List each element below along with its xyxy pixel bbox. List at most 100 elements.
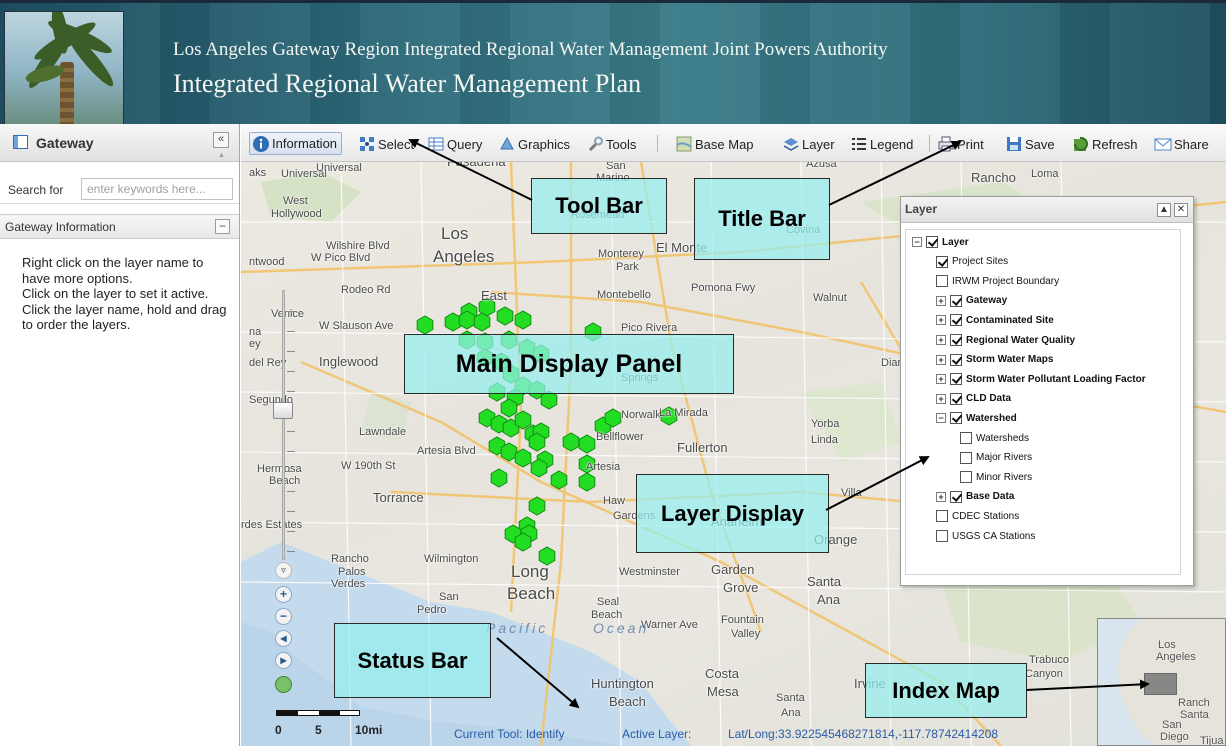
project-site-marker[interactable] <box>530 458 548 478</box>
layer-label[interactable]: Layer <box>942 237 969 248</box>
collapse-panel-button[interactable]: « <box>213 132 229 148</box>
layer-checkbox[interactable] <box>950 353 962 366</box>
layer-checkbox[interactable] <box>960 451 972 464</box>
next-extent-button[interactable]: ▸ <box>275 652 292 669</box>
layer-tree-node[interactable]: + Regional Water Quality <box>936 332 1075 348</box>
expand-icon[interactable]: + <box>936 393 946 404</box>
layer-panel-header[interactable]: Layer ▲ ✕ <box>901 197 1193 223</box>
layer-checkbox[interactable] <box>936 255 948 268</box>
layer-checkbox[interactable] <box>960 471 972 484</box>
layer-tree-node[interactable]: Project Sites <box>920 254 1008 270</box>
layer-label[interactable]: Regional Water Quality <box>966 335 1075 346</box>
layer-tree-node[interactable]: + Contaminated Site <box>936 312 1054 328</box>
project-site-marker[interactable] <box>514 310 532 330</box>
layer-tree-node[interactable]: + CLD Data <box>936 391 1011 407</box>
layer-tree-node[interactable]: + Storm Water Maps <box>936 352 1053 368</box>
layer-checkbox[interactable] <box>950 490 962 503</box>
project-site-marker[interactable] <box>416 315 434 335</box>
information-button[interactable]: Information <box>249 132 343 155</box>
layer-checkbox[interactable] <box>960 432 972 444</box>
query-button[interactable]: Query <box>427 134 482 154</box>
project-site-marker[interactable] <box>444 312 462 332</box>
layer-label[interactable]: CLD Data <box>966 393 1011 404</box>
project-site-marker[interactable] <box>604 408 622 428</box>
layer-tree-node[interactable]: USGS CA Stations <box>920 528 1035 544</box>
layer-checkbox[interactable] <box>950 392 962 405</box>
layer-label[interactable]: Gateway <box>966 295 1007 306</box>
layer-label[interactable]: CDEC Stations <box>952 511 1019 522</box>
project-site-marker[interactable] <box>500 442 518 462</box>
project-site-marker[interactable] <box>514 532 532 552</box>
previous-extent-button[interactable]: ◂ <box>275 630 292 647</box>
layer-tree-node[interactable]: + Storm Water Pollutant Loading Factor <box>936 371 1146 387</box>
expand-icon[interactable]: + <box>936 315 946 326</box>
project-site-marker[interactable] <box>500 398 518 418</box>
layer-label[interactable]: Major Rivers <box>976 452 1032 463</box>
layer-label[interactable]: Storm Water Maps <box>966 354 1053 365</box>
layer-checkbox[interactable] <box>950 412 962 425</box>
layer-tree-node[interactable]: + Base Data <box>936 489 1014 505</box>
save-button[interactable]: Save <box>1005 134 1055 154</box>
expand-icon[interactable]: + <box>936 374 946 385</box>
project-site-marker[interactable] <box>490 468 508 488</box>
layer-button[interactable]: Layer <box>782 134 835 154</box>
project-site-marker[interactable] <box>496 306 514 326</box>
layer-label[interactable]: Storm Water Pollutant Loading Factor <box>966 374 1146 385</box>
layer-label[interactable]: Contaminated Site <box>966 315 1054 326</box>
project-site-marker[interactable] <box>514 448 532 468</box>
search-input[interactable] <box>81 178 233 200</box>
expand-icon[interactable]: + <box>936 354 946 365</box>
layer-label[interactable]: IRWM Project Boundary <box>952 276 1059 287</box>
expand-icon[interactable]: + <box>936 491 946 502</box>
layer-label[interactable]: Base Data <box>966 491 1014 502</box>
expand-icon[interactable]: + <box>936 335 946 345</box>
project-site-marker[interactable] <box>578 472 596 492</box>
layer-label[interactable]: Watershed <box>966 413 1017 424</box>
layer-panel-close-button[interactable]: ✕ <box>1174 203 1188 217</box>
share-button[interactable]: Share <box>1154 134 1209 154</box>
layer-tree-node[interactable]: + Gateway <box>936 293 1007 309</box>
zoom-slider-track[interactable] <box>282 290 295 560</box>
layer-label[interactable]: Minor Rivers <box>976 472 1032 483</box>
zoom-in-button[interactable]: + <box>275 586 292 603</box>
index-map-extent-box[interactable] <box>1144 673 1177 695</box>
layer-tree-node[interactable]: − Layer <box>912 234 969 250</box>
expand-icon[interactable]: + <box>936 295 946 306</box>
layer-tree-node[interactable]: IRWM Project Boundary <box>920 273 1059 289</box>
project-site-marker[interactable] <box>578 434 596 454</box>
graphics-button[interactable]: Graphics <box>498 134 570 154</box>
layer-checkbox[interactable] <box>936 530 948 542</box>
print-button[interactable]: Print <box>937 134 984 154</box>
refresh-button[interactable]: Refresh <box>1072 134 1138 154</box>
layer-checkbox[interactable] <box>950 373 962 386</box>
layer-checkbox[interactable] <box>926 236 938 248</box>
layer-label[interactable]: USGS CA Stations <box>952 531 1035 542</box>
layer-tree-node[interactable]: Watersheds <box>960 430 1029 446</box>
full-extent-globe-icon[interactable] <box>275 676 292 693</box>
base-map-button[interactable]: Base Map <box>675 134 754 154</box>
scroll-up-icon[interactable]: ▲ <box>218 152 225 159</box>
layer-checkbox[interactable] <box>936 510 948 523</box>
layer-label[interactable]: Project Sites <box>952 256 1008 267</box>
layer-checkbox[interactable] <box>950 314 962 327</box>
layer-panel-minimize-button[interactable]: ▲ <box>1157 203 1171 217</box>
tools-button[interactable]: Tools <box>586 134 636 154</box>
minimize-section-button[interactable]: − <box>215 219 230 234</box>
project-site-marker[interactable] <box>514 410 532 430</box>
project-site-marker[interactable] <box>458 310 476 330</box>
layer-tree-node[interactable]: Minor Rivers <box>960 469 1032 485</box>
zoom-slider-thumb[interactable] <box>273 402 293 419</box>
project-site-marker[interactable] <box>562 432 580 452</box>
zoom-out-button[interactable]: − <box>275 608 292 625</box>
select-button[interactable]: Select <box>358 134 414 154</box>
project-site-marker[interactable] <box>528 432 546 452</box>
layer-tree-node[interactable]: − Watershed <box>936 410 1017 426</box>
gateway-information-header[interactable]: Gateway Information − <box>0 214 239 239</box>
layer-label[interactable]: Watersheds <box>976 433 1029 444</box>
project-site-marker[interactable] <box>473 312 491 332</box>
collapse-icon[interactable]: − <box>936 413 946 424</box>
layer-checkbox[interactable] <box>950 334 962 346</box>
layer-tree-node[interactable]: CDEC Stations <box>920 508 1019 524</box>
collapse-icon[interactable]: − <box>912 237 922 247</box>
project-site-marker[interactable] <box>528 496 546 516</box>
